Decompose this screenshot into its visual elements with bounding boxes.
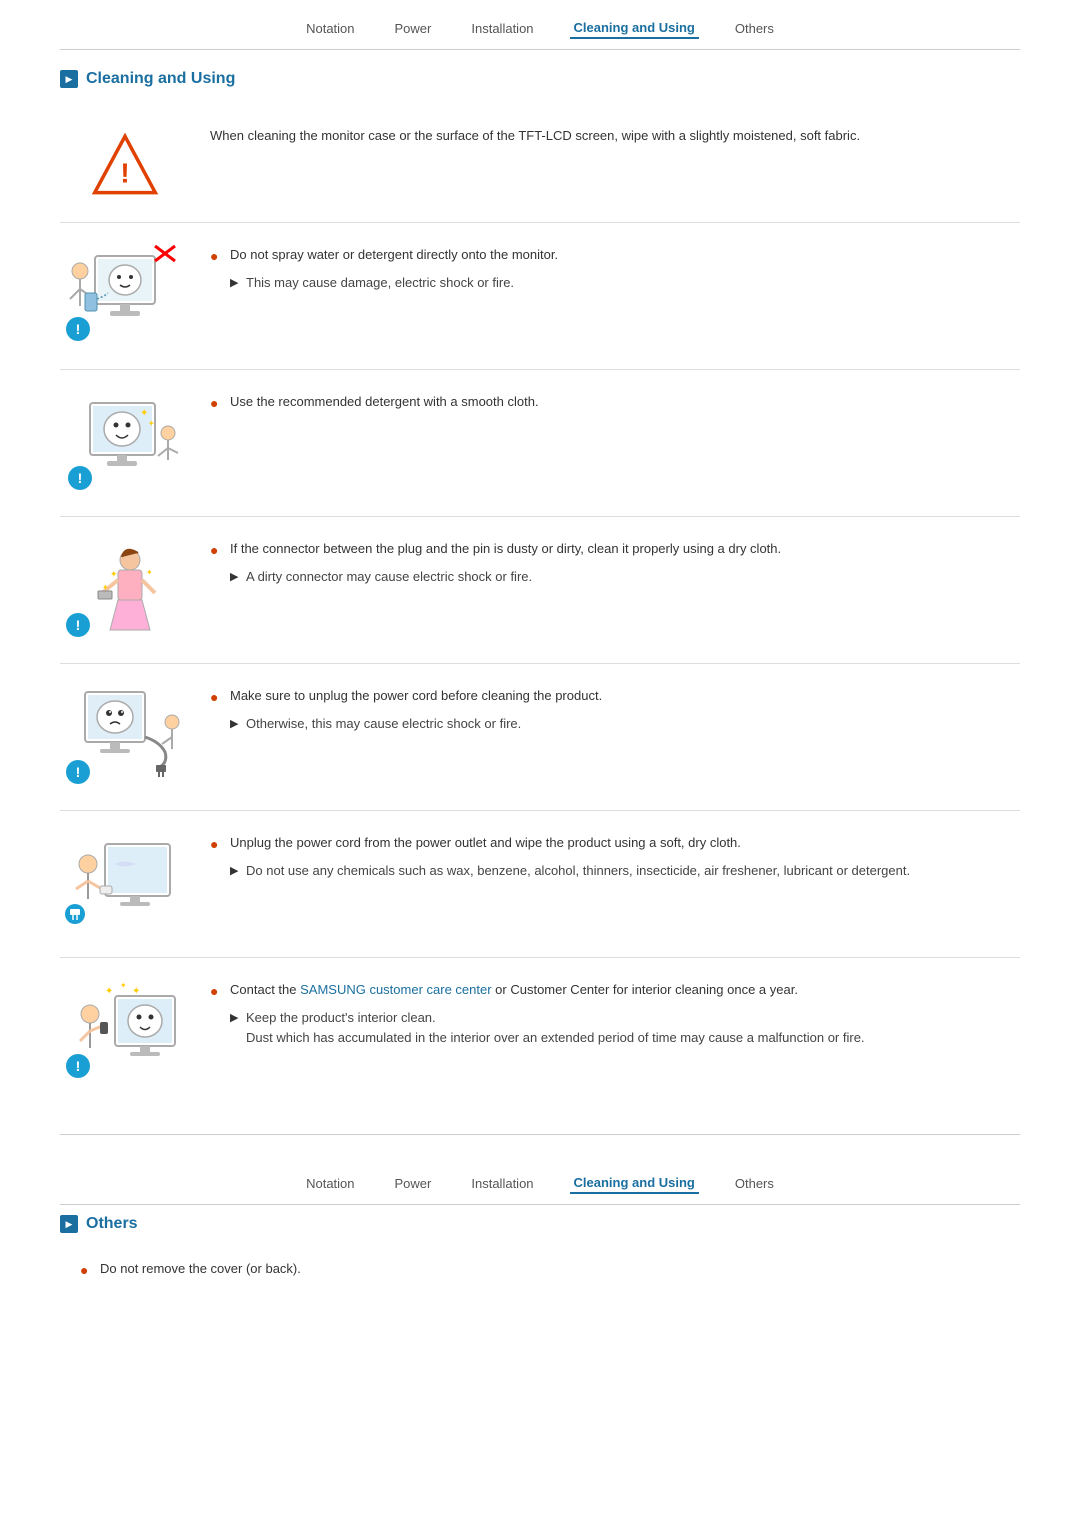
svg-text:!: !: [76, 321, 81, 337]
others-title: Others: [60, 1215, 1020, 1233]
text-samsung: ● Contact the SAMSUNG customer care cent…: [210, 976, 1020, 1051]
section-divider: [60, 1134, 1020, 1135]
others-title-text: Others: [86, 1215, 138, 1233]
svg-text:!: !: [78, 470, 83, 486]
unplug-icon: !: [60, 682, 190, 792]
svg-text:✦: ✦: [146, 568, 153, 577]
nav2-power[interactable]: Power: [391, 1174, 436, 1193]
cleaning-section: Cleaning and Using ! When cleaning the m…: [0, 50, 1080, 1114]
primary-samsung: ● Contact the SAMSUNG customer care cent…: [210, 980, 1020, 1002]
block-spray-water: ! ● Do not spray water or detergent dire…: [60, 223, 1020, 370]
nav2-cleaning[interactable]: Cleaning and Using: [570, 1173, 699, 1194]
secondary-spray: ▶ This may cause damage, electric shock …: [230, 273, 1020, 293]
others-block: ● Do not remove the cover (or back).: [60, 1251, 1020, 1281]
block-connector: ✦ ✦ ✦ ! ● If the connector between the p…: [60, 517, 1020, 664]
text-detergent: ● Use the recommended detergent with a s…: [210, 388, 1020, 420]
cleaning-title: Cleaning and Using: [60, 70, 1020, 88]
primary-connector: ● If the connector between the plug and …: [210, 539, 1020, 561]
connector-icon: ✦ ✦ ✦ !: [60, 535, 190, 645]
detergent-icon: ✦ ✦ !: [60, 388, 190, 498]
intro-text: When cleaning the monitor case or the su…: [210, 124, 1020, 143]
samsung-icon: ✦ ✦ ✦: [60, 976, 190, 1086]
primary-detergent: ● Use the recommended detergent with a s…: [210, 392, 1020, 414]
others-primary-1: ● Do not remove the cover (or back).: [80, 1259, 1020, 1281]
svg-text:✦: ✦: [120, 981, 127, 990]
secondary-connector: ▶ A dirty connector may cause electric s…: [230, 567, 1020, 587]
primary-spray: ● Do not spray water or detergent direct…: [210, 245, 1020, 267]
warning-illustration: !: [60, 124, 190, 204]
others-section: Others ● Do not remove the cover (or bac…: [0, 1205, 1080, 1307]
nav-installation[interactable]: Installation: [467, 19, 537, 38]
nav2-others[interactable]: Others: [731, 1174, 778, 1193]
intro-block: ! When cleaning the monitor case or the …: [60, 106, 1020, 223]
illustration-unplug: !: [60, 682, 190, 792]
block-samsung: ✦ ✦ ✦: [60, 958, 1020, 1104]
svg-text:✦: ✦: [140, 408, 148, 419]
samsung-link[interactable]: SAMSUNG customer care center: [300, 982, 491, 997]
block-detergent: ✦ ✦ ! ● Use the recommended detergent wi…: [60, 370, 1020, 517]
illustration-detergent: ✦ ✦ !: [60, 388, 190, 498]
illustration-connector: ✦ ✦ ✦ !: [60, 535, 190, 645]
secondary-unplug: ▶ Otherwise, this may cause electric sho…: [230, 714, 1020, 734]
bottom-nav: Notation Power Installation Cleaning and…: [60, 1155, 1020, 1205]
nav-others[interactable]: Others: [731, 19, 778, 38]
illustration-spray: !: [60, 241, 190, 351]
svg-text:✦: ✦: [105, 986, 113, 997]
nav2-installation[interactable]: Installation: [467, 1174, 537, 1193]
cleaning-title-text: Cleaning and Using: [86, 70, 235, 88]
nav2-notation[interactable]: Notation: [302, 1174, 358, 1193]
block-unplug: ! ● Make sure to unplug the power cord b…: [60, 664, 1020, 811]
cleaning-title-icon: [60, 70, 78, 88]
illustration-samsung: ✦ ✦ ✦: [60, 976, 190, 1086]
svg-text:✦: ✦: [102, 583, 109, 592]
svg-text:!: !: [76, 1058, 81, 1074]
primary-unplug: ● Make sure to unplug the power cord bef…: [210, 686, 1020, 708]
secondary-wipe: ▶ Do not use any chemicals such as wax, …: [230, 861, 1020, 881]
svg-text:!: !: [76, 764, 81, 780]
text-unplug: ● Make sure to unplug the power cord bef…: [210, 682, 1020, 738]
secondary-samsung-1: ▶ Keep the product's interior clean.Dust…: [230, 1008, 1020, 1047]
nav-notation[interactable]: Notation: [302, 19, 358, 38]
svg-text:!: !: [120, 157, 129, 188]
block-wipe: ● Unplug the power cord from the power o…: [60, 811, 1020, 958]
svg-text:✦: ✦: [148, 419, 155, 428]
text-connector: ● If the connector between the plug and …: [210, 535, 1020, 591]
spray-icon: !: [60, 241, 190, 351]
svg-text:!: !: [76, 617, 81, 633]
warning-triangle-icon: !: [90, 132, 160, 197]
svg-text:✦: ✦: [110, 569, 118, 579]
primary-wipe: ● Unplug the power cord from the power o…: [210, 833, 1020, 855]
nav-power[interactable]: Power: [391, 19, 436, 38]
text-spray-water: ● Do not spray water or detergent direct…: [210, 241, 1020, 297]
wipe-icon: [60, 829, 190, 939]
text-wipe: ● Unplug the power cord from the power o…: [210, 829, 1020, 885]
illustration-wipe: [60, 829, 190, 939]
others-title-icon: [60, 1215, 78, 1233]
top-nav: Notation Power Installation Cleaning and…: [60, 0, 1020, 50]
nav-cleaning[interactable]: Cleaning and Using: [570, 18, 699, 39]
